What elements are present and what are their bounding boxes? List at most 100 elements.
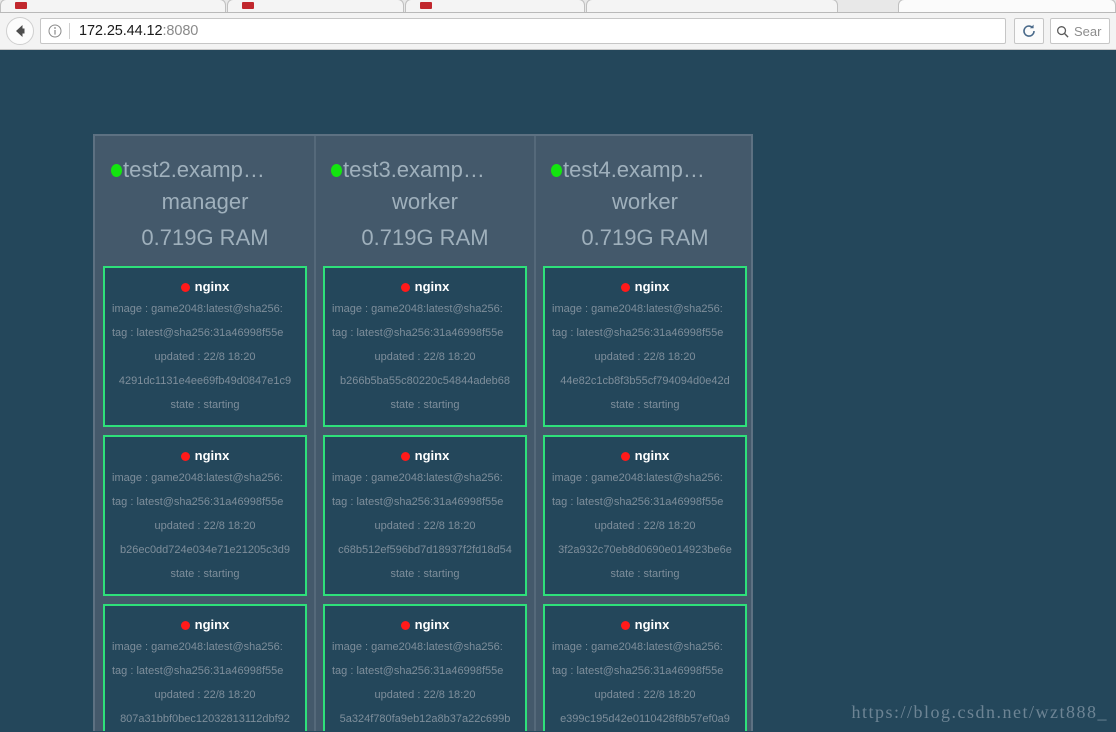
service-updated: updated : 22/8 18:20 [374, 520, 476, 532]
service-status-dot-icon [400, 452, 410, 462]
service-name-row: nginx [105, 277, 305, 297]
service-name: nginx [414, 448, 450, 463]
node-title: test4.examp… [535, 156, 755, 184]
service-image: image : game2048:latest@sha256: [552, 641, 723, 653]
node-status-dot-icon [111, 163, 122, 177]
service-state: state : starting [610, 568, 680, 580]
service-card[interactable]: nginx image : game2048:latest@sha256: ta… [103, 604, 307, 731]
service-image: image : game2048:latest@sha256: [112, 303, 283, 315]
url-port: :8080 [162, 23, 199, 39]
service-name: nginx [634, 617, 670, 632]
service-status-dot-icon [400, 283, 410, 293]
service-name: nginx [414, 617, 450, 632]
browser-tab-active[interactable] [897, 0, 1116, 12]
service-image: image : game2048:latest@sha256: [332, 472, 503, 484]
reload-button[interactable] [1014, 18, 1044, 44]
service-image: image : game2048:latest@sha256: [112, 472, 283, 484]
service-name-row: nginx [545, 446, 745, 466]
service-updated: updated : 22/8 18:20 [594, 520, 696, 532]
service-updated: updated : 22/8 18:20 [154, 520, 256, 532]
service-tag: tag : latest@sha256:31a46998f55e [112, 665, 284, 677]
service-tag: tag : latest@sha256:31a46998f55e [332, 496, 504, 508]
info-circle-icon[interactable] [47, 23, 63, 39]
service-name-row: nginx [325, 615, 525, 635]
service-status-dot-icon [620, 621, 630, 631]
service-name: nginx [194, 617, 230, 632]
node-header: test3.examp… worker 0.719G RAM [315, 136, 535, 266]
service-status-dot-icon [180, 452, 190, 462]
watermark-text: https://blog.csdn.net/wzt888_ [851, 702, 1108, 722]
tab-favicon-icon [241, 2, 254, 9]
service-updated: updated : 22/8 18:20 [594, 689, 696, 701]
service-id: e399c195d42e0110428f8b57ef0a9 [560, 713, 730, 725]
reload-icon [1023, 24, 1035, 37]
back-button[interactable] [6, 17, 34, 45]
service-tag: tag : latest@sha256:31a46998f55e [332, 665, 504, 677]
service-tag: tag : latest@sha256:31a46998f55e [112, 327, 284, 339]
service-name-row: nginx [105, 446, 305, 466]
service-state: state : starting [390, 399, 460, 411]
node-ram: 0.719G RAM [581, 225, 709, 250]
service-state: state : starting [610, 399, 680, 411]
service-card[interactable]: nginx image : game2048:latest@sha256: ta… [543, 604, 747, 731]
service-tag: tag : latest@sha256:31a46998f55e [552, 327, 724, 339]
browser-tab[interactable] [0, 0, 226, 12]
service-state: state : starting [390, 568, 460, 580]
browser-tab[interactable] [586, 0, 838, 12]
node-name: test3.examp… [343, 157, 485, 182]
node-role: worker [391, 189, 458, 214]
service-tag: tag : latest@sha256:31a46998f55e [552, 496, 724, 508]
service-status-dot-icon [180, 621, 190, 631]
service-card[interactable]: nginx image : game2048:latest@sha256: ta… [103, 435, 307, 596]
node-title: test2.examp… [95, 156, 315, 184]
service-state: state : starting [170, 399, 240, 411]
browser-tab[interactable] [226, 0, 404, 12]
service-id: 3f2a932c70eb8d0690e014923be6e [558, 544, 732, 556]
service-card[interactable]: nginx image : game2048:latest@sha256: ta… [323, 604, 527, 731]
service-card[interactable]: nginx image : game2048:latest@sha256: ta… [543, 435, 747, 596]
url-bar[interactable]: 172.25.44.12:8080 [40, 18, 1006, 44]
browser-chrome: 172.25.44.12:8080 Sear [0, 0, 1116, 50]
service-name-row: nginx [325, 277, 525, 297]
service-id: c68b512ef596bd7d18937f2fd18d54 [338, 544, 512, 556]
tab-strip [0, 0, 1116, 13]
service-status-dot-icon [620, 283, 630, 293]
search-placeholder: Sear [1074, 23, 1102, 39]
service-card[interactable]: nginx image : game2048:latest@sha256: ta… [103, 266, 307, 427]
search-input[interactable]: Sear [1050, 18, 1110, 44]
service-name: nginx [414, 279, 450, 294]
node-name: test4.examp… [563, 157, 705, 182]
service-name: nginx [634, 279, 670, 294]
node-status-dot-icon [331, 163, 342, 177]
service-name-row: nginx [545, 277, 745, 297]
service-image: image : game2048:latest@sha256: [332, 641, 503, 653]
service-image: image : game2048:latest@sha256: [552, 472, 723, 484]
node-column: test4.examp… worker 0.719G RAM nginx ima… [534, 136, 755, 731]
service-updated: updated : 22/8 18:20 [154, 351, 256, 363]
node-column: test3.examp… worker 0.719G RAM nginx ima… [314, 136, 535, 731]
service-id: 5a324f780fa9eb12a8b37a22c699b [339, 713, 511, 725]
page-viewport: test2.examp… manager 0.719G RAM nginx im… [0, 50, 1116, 731]
back-arrow-icon [16, 25, 25, 37]
node-role: worker [611, 189, 678, 214]
node-name: test2.examp… [123, 157, 265, 182]
service-updated: updated : 22/8 18:20 [154, 689, 256, 701]
service-name: nginx [194, 279, 230, 294]
browser-tab[interactable] [404, 0, 586, 12]
service-image: image : game2048:latest@sha256: [332, 303, 503, 315]
service-card[interactable]: nginx image : game2048:latest@sha256: ta… [323, 266, 527, 427]
service-tag: tag : latest@sha256:31a46998f55e [332, 327, 504, 339]
node-status-dot-icon [551, 163, 562, 177]
service-id: 807a31bbf0bec12032813112dbf92 [120, 713, 290, 725]
search-icon [1057, 25, 1069, 38]
tab-favicon-icon [419, 2, 432, 9]
service-card[interactable]: nginx image : game2048:latest@sha256: ta… [323, 435, 527, 596]
service-id: b266b5ba55c80220c54844adeb68 [339, 375, 511, 387]
service-image: image : game2048:latest@sha256: [112, 641, 283, 653]
url-host: 172.25.44.12 [79, 23, 163, 39]
node-ram: 0.719G RAM [361, 225, 489, 250]
service-card-list: nginx image : game2048:latest@sha256: ta… [535, 266, 755, 731]
service-tag: tag : latest@sha256:31a46998f55e [112, 496, 284, 508]
service-card[interactable]: nginx image : game2048:latest@sha256: ta… [543, 266, 747, 427]
service-card-list: nginx image : game2048:latest@sha256: ta… [95, 266, 315, 731]
